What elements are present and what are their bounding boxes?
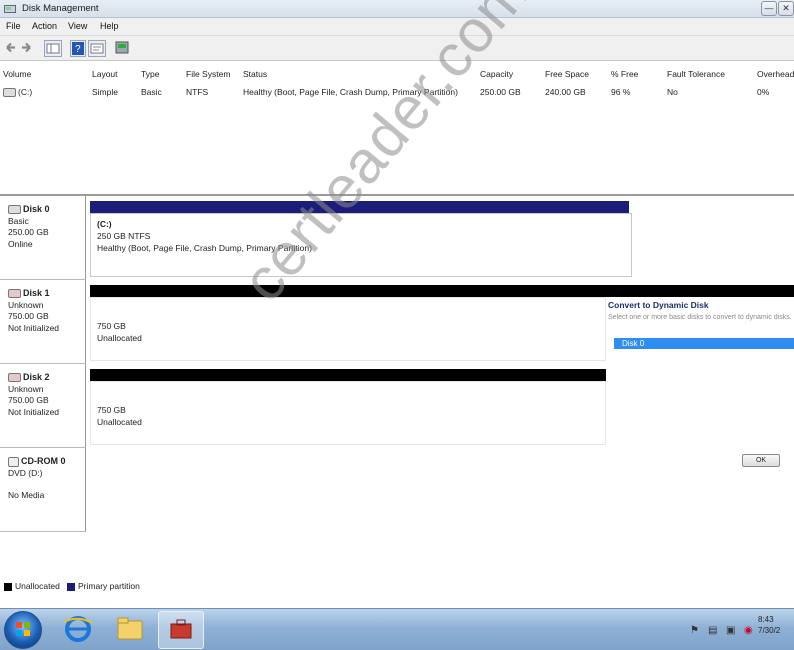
disk-state: Not Initialized xyxy=(8,322,60,333)
disk-type: Basic xyxy=(8,215,29,226)
cdrom-icon xyxy=(8,456,19,467)
taskbar: ⚑ ▤ ▣ ◉ 8:43 7/30/2 xyxy=(0,608,794,650)
menu-bar: File Action View Help xyxy=(0,18,794,36)
col-volume[interactable]: Volume xyxy=(3,69,31,79)
disk-type: Unknown xyxy=(8,299,44,310)
rescan-disks-icon[interactable] xyxy=(114,40,130,55)
disk-size: 250.00 GB xyxy=(8,227,49,237)
legend: Unallocated Primary partition xyxy=(0,575,794,595)
disk-size: 750.00 GB xyxy=(8,311,49,321)
network-icon[interactable]: ▤ xyxy=(708,625,717,636)
disk-icon xyxy=(8,289,21,299)
ok-button[interactable]: OK xyxy=(742,454,780,467)
capacity-cell: 250.00 GB xyxy=(480,87,521,97)
minimize-button[interactable]: — xyxy=(761,1,777,16)
show-hide-console-tree-icon[interactable] xyxy=(44,40,62,57)
fault-cell: No xyxy=(667,87,678,97)
back-arrow-icon[interactable] xyxy=(3,40,17,55)
dialog-title: Convert to Dynamic Disk xyxy=(608,300,709,310)
clock-time: 8:43 xyxy=(758,615,774,624)
title-bar: Disk Management — ✕ xyxy=(0,0,794,18)
disk-icon xyxy=(8,373,21,383)
unallocated-space-disk-1[interactable]: 750 GB Unallocated xyxy=(90,297,606,361)
system-clock[interactable]: 8:43 7/30/2 xyxy=(758,614,780,636)
unallocated-size: 750 GB xyxy=(97,321,126,331)
menu-view[interactable]: View xyxy=(68,21,87,31)
col-type[interactable]: Type xyxy=(141,69,159,79)
help-icon[interactable]: ? xyxy=(70,40,86,57)
server-manager-taskbar-button[interactable] xyxy=(158,611,204,649)
legend-primary-swatch xyxy=(67,583,75,591)
disk-checklist-item[interactable]: Disk 0 xyxy=(614,338,794,349)
dialog-instructions: Select one or more basic disks to conver… xyxy=(608,314,792,321)
fs-cell: NTFS xyxy=(186,87,209,97)
col-fault-tolerance[interactable]: Fault Tolerance xyxy=(667,69,725,79)
unallocated-bar xyxy=(90,369,606,381)
clock-date: 7/30/2 xyxy=(758,626,781,635)
partition-size: 250 GB NTFS xyxy=(97,231,151,241)
disk-state: Not Initialized xyxy=(8,406,60,417)
windows-explorer-icon[interactable] xyxy=(110,613,150,645)
col-overhead[interactable]: Overhead xyxy=(757,69,794,79)
pct-free-cell: 96 % xyxy=(611,87,631,97)
unallocated-size: 750 GB xyxy=(97,405,126,415)
overhead-cell: 0% xyxy=(757,87,770,97)
layout-cell: Simple xyxy=(92,87,118,97)
menu-action[interactable]: Action xyxy=(32,21,57,31)
col-file-system[interactable]: File System xyxy=(186,69,230,79)
toolbar: ? xyxy=(0,36,794,61)
volume-icon[interactable]: ◉ xyxy=(744,625,753,636)
disk-1-label[interactable]: Disk 1 Unknown 750.00 GB Not Initialized xyxy=(0,280,86,364)
disk-checklist-label: Disk 0 xyxy=(622,339,645,348)
disk-name: CD-ROM 0 xyxy=(21,456,66,466)
disk-name: Disk 1 xyxy=(23,288,50,298)
internet-explorer-icon[interactable] xyxy=(58,613,98,645)
properties-icon[interactable] xyxy=(88,40,106,57)
volume-cell: (C:) xyxy=(3,87,33,98)
unallocated-space-disk-2[interactable]: 750 GB Unallocated xyxy=(90,381,606,445)
legend-primary-label: Primary partition xyxy=(78,581,140,591)
unallocated-label: Unallocated xyxy=(97,417,142,427)
col-status[interactable]: Status xyxy=(243,69,267,79)
disk-name: Disk 2 xyxy=(23,372,50,382)
volume-name: (C:) xyxy=(18,87,33,97)
disk-type: Unknown xyxy=(8,383,44,394)
disk-name: Disk 0 xyxy=(23,204,50,214)
disk-2-label[interactable]: Disk 2 Unknown 750.00 GB Not Initialized xyxy=(0,364,86,448)
disk-state: No Media xyxy=(8,490,45,500)
menu-file[interactable]: File xyxy=(6,21,21,31)
disk-type: DVD (D:) xyxy=(8,467,43,478)
partition-label: (C:) xyxy=(97,219,112,229)
volume-icon xyxy=(3,88,16,98)
start-button[interactable] xyxy=(4,611,42,649)
disk-0-label[interactable]: Disk 0 Basic 250.00 GB Online xyxy=(0,196,86,280)
type-cell: Basic xyxy=(141,87,162,97)
free-space-cell: 240.00 GB xyxy=(545,87,586,97)
cdrom-0-label[interactable]: CD-ROM 0 DVD (D:) No Media xyxy=(0,448,86,532)
close-button[interactable]: ✕ xyxy=(778,1,794,16)
disk-icon xyxy=(8,205,21,215)
flag-icon[interactable]: ⚑ xyxy=(690,625,699,636)
unallocated-label: Unallocated xyxy=(97,333,142,343)
disk-size: 750.00 GB xyxy=(8,395,49,405)
menu-help[interactable]: Help xyxy=(100,21,119,31)
forward-arrow-icon[interactable] xyxy=(20,40,34,55)
window-title: Disk Management xyxy=(22,3,99,14)
legend-unallocated-label: Unallocated xyxy=(15,581,60,591)
disk-management-icon xyxy=(4,3,16,14)
unallocated-bar xyxy=(90,285,794,297)
col-layout[interactable]: Layout xyxy=(92,69,118,79)
disk-state: Online xyxy=(8,238,33,249)
monitor-icon[interactable]: ▣ xyxy=(726,625,735,636)
col-free-space[interactable]: Free Space xyxy=(545,69,589,79)
partition-status: Healthy (Boot, Page File, Crash Dump, Pr… xyxy=(97,243,312,253)
partition-c[interactable]: (C:) 250 GB NTFS Healthy (Boot, Page Fil… xyxy=(90,213,632,277)
convert-dialog: Convert to Dynamic Disk Select one or mo… xyxy=(606,297,794,467)
svg-text:?: ? xyxy=(75,44,81,55)
legend-unallocated-swatch xyxy=(4,583,12,591)
col-pct-free[interactable]: % Free xyxy=(611,69,638,79)
